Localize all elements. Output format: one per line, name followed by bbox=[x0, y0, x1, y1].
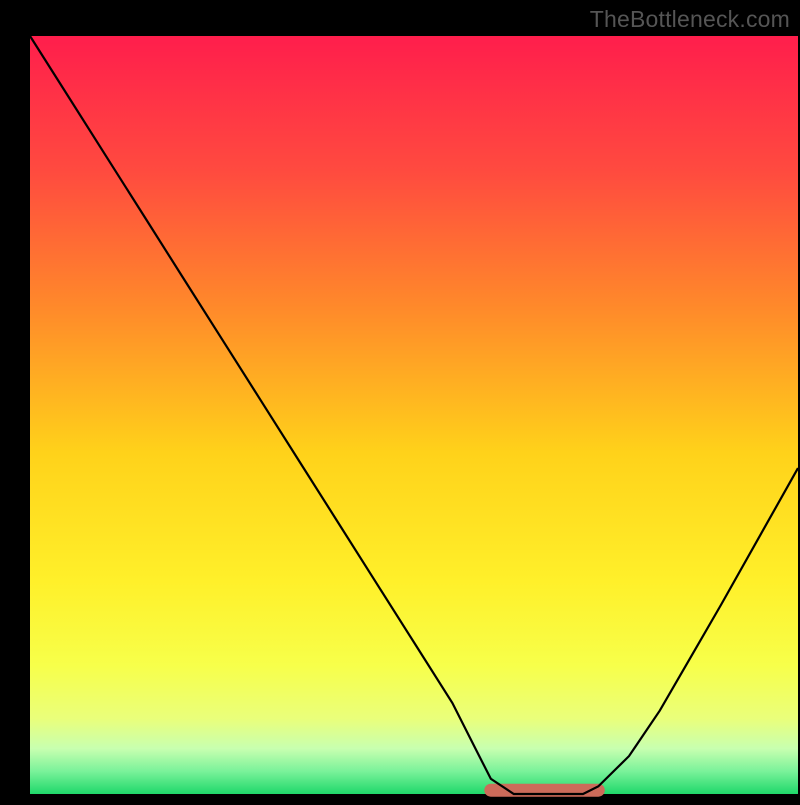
gradient-background bbox=[30, 36, 798, 794]
attribution-text: TheBottleneck.com bbox=[590, 6, 790, 33]
bottleneck-chart bbox=[0, 0, 800, 800]
chart-container bbox=[0, 0, 800, 800]
